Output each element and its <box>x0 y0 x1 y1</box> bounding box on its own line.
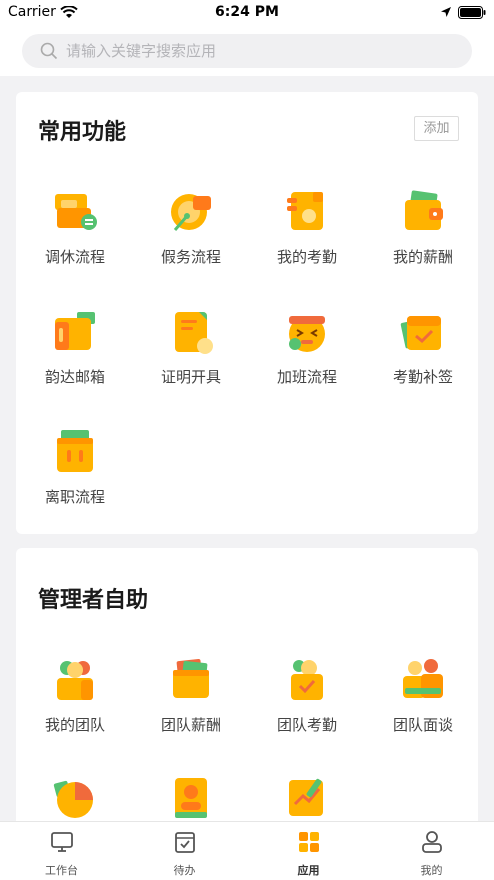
app-item-label: 调休流程 <box>44 248 105 266</box>
app-item-team-interview[interactable]: 团队面谈 <box>368 656 468 756</box>
app-item-leave-flow[interactable]: 假务流程 <box>136 188 236 288</box>
app-item-team-salary[interactable]: 团队薪酬 <box>136 656 236 756</box>
report-chart-icon <box>289 778 323 816</box>
app-item-team-attendance[interactable]: 团队考勤 <box>252 656 352 756</box>
app-item-label: 考勤补签 <box>392 368 453 386</box>
team-interview-icon <box>403 659 443 698</box>
app-item-label: 证明开具 <box>160 368 221 386</box>
swap-leave-icon <box>55 194 97 230</box>
app-item-certificate[interactable]: 证明开具 <box>136 308 236 408</box>
team-icon <box>57 661 93 700</box>
app-item-label: 假务流程 <box>160 248 221 266</box>
tab-todo[interactable]: 待办 <box>123 822 246 880</box>
battery-icon <box>458 6 486 19</box>
todo-icon <box>174 832 195 853</box>
monitor-icon <box>50 832 73 852</box>
clock-time: 6:24 PM <box>215 4 279 20</box>
app-item-label: 韵达邮箱 <box>44 368 105 386</box>
app-item-label: 团队考勤 <box>276 716 337 734</box>
app-item-swap-leave[interactable]: 调休流程 <box>20 188 120 288</box>
tab-apps[interactable]: 应用 <box>247 822 370 880</box>
tab-label: 我的 <box>420 864 443 877</box>
certificate-icon <box>175 312 213 354</box>
manager-self-service-title: 管理者自助 <box>38 588 149 613</box>
app-item-my-team[interactable]: 我的团队 <box>20 656 120 756</box>
app-item-label: 离职流程 <box>44 488 105 506</box>
pie-chart-icon <box>53 780 93 818</box>
resign-box-icon <box>57 430 93 472</box>
app-item-salary[interactable]: 我的薪酬 <box>368 188 468 288</box>
attendance-icon <box>287 192 323 230</box>
search-icon <box>40 42 58 60</box>
tab-label: 工作台 <box>45 864 78 877</box>
search-box[interactable] <box>22 34 472 68</box>
tab-label: 待办 <box>173 864 196 877</box>
calendar-check-icon <box>400 316 441 350</box>
leave-flow-icon <box>171 194 211 231</box>
search-bar <box>0 26 494 76</box>
mailbox-icon <box>55 312 95 350</box>
status-bar: Carrier 6:24 PM <box>0 0 494 26</box>
apps-grid-icon <box>298 832 319 852</box>
location-arrow-icon <box>441 7 451 17</box>
app-item-resign[interactable]: 离职流程 <box>20 428 120 528</box>
app-item-mailbox[interactable]: 韵达邮箱 <box>20 308 120 408</box>
app-item-overtime[interactable]: 加班流程 <box>252 308 352 408</box>
app-item-attendance[interactable]: 我的考勤 <box>252 188 352 288</box>
tab-workbench[interactable]: 工作台 <box>0 822 123 880</box>
bottom-tab-bar: 工作台 待办 应用 我的 <box>0 821 494 880</box>
app-item-label: 加班流程 <box>276 368 337 386</box>
profile-card-icon <box>175 778 207 818</box>
team-salary-icon <box>173 658 209 698</box>
add-button[interactable]: 添加 <box>414 116 459 141</box>
common-functions-title: 常用功能 <box>38 120 127 145</box>
tab-label: 应用 <box>297 864 320 877</box>
app-item-label: 我的薪酬 <box>392 248 453 266</box>
app-item-label: 团队面谈 <box>392 716 453 734</box>
app-item-label: 我的考勤 <box>276 248 337 266</box>
app-item-attendance-fix[interactable]: 考勤补签 <box>368 308 468 408</box>
manager-self-service-card: 管理者自助 我的团队 团队薪酬 团队考勤 团队面谈 <box>16 548 478 838</box>
overtime-icon <box>289 316 325 352</box>
common-functions-card: 常用功能 添加 调休流程 假务流程 我的考勤 我的薪酬 韵达邮箱 证明开具 加班… <box>16 92 478 534</box>
wallet-icon <box>405 190 443 230</box>
person-icon <box>421 831 442 853</box>
app-item-label: 团队薪酬 <box>160 716 221 734</box>
tab-mine[interactable]: 我的 <box>370 822 493 880</box>
team-attendance-icon <box>291 660 323 700</box>
search-input[interactable] <box>66 34 456 68</box>
app-item-label: 我的团队 <box>44 716 105 734</box>
